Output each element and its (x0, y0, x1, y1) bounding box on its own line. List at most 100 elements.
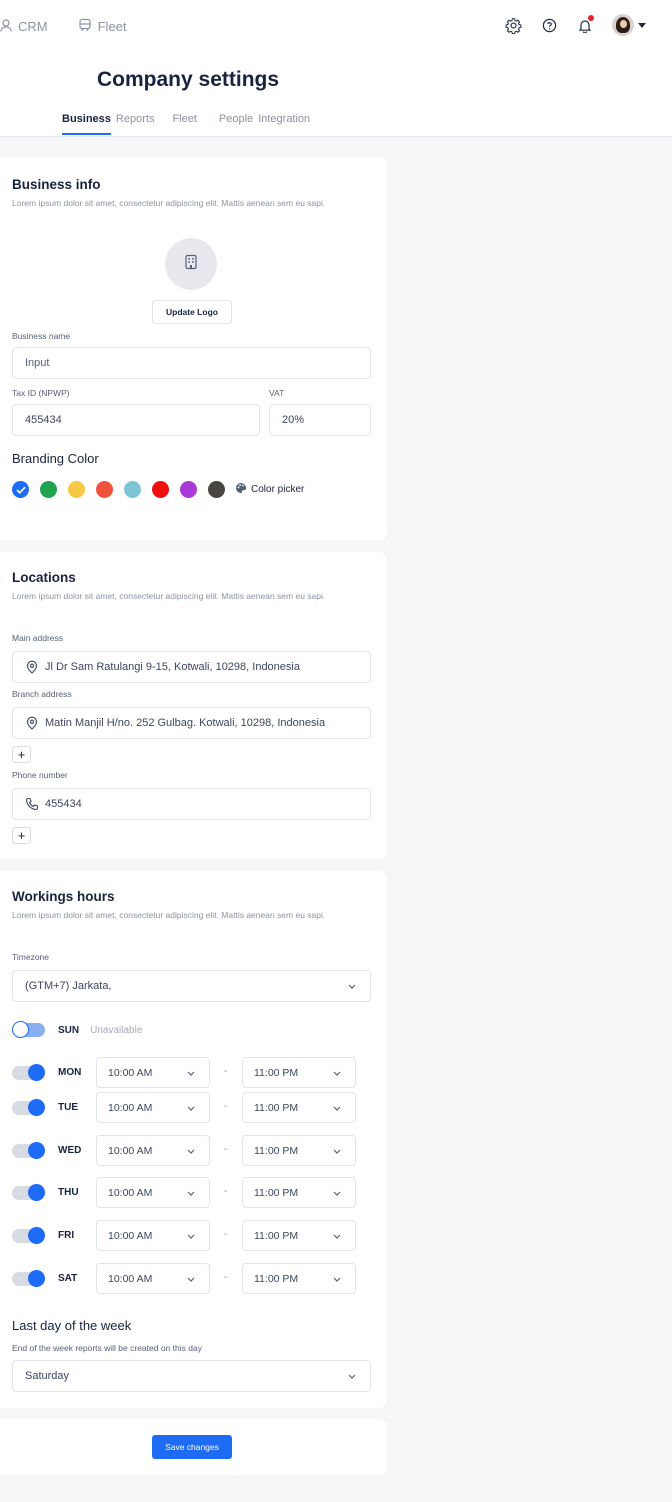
day-label-fri: FRI (58, 1230, 75, 1241)
toggle-fri[interactable] (12, 1227, 45, 1244)
chevron-down-icon (348, 981, 356, 991)
color-swatch-orange[interactable] (96, 481, 113, 498)
business-name-input[interactable]: Input (12, 347, 371, 379)
tab-fleet[interactable]: Fleet (172, 113, 196, 135)
logo-placeholder[interactable] (165, 238, 217, 290)
time-separator: - (224, 1144, 228, 1155)
toggle-sun[interactable] (12, 1021, 45, 1038)
day-label-sat: SAT (58, 1273, 78, 1284)
start-time-select-fri[interactable]: 10:00 AM (96, 1220, 210, 1251)
chevron-down-icon (187, 1068, 195, 1078)
tab-reports[interactable]: Reports (116, 113, 155, 135)
start-time-value: 10:00 AM (108, 1229, 153, 1242)
start-time-value: 10:00 AM (108, 1101, 153, 1114)
tax-id-input[interactable]: 455434 (12, 404, 260, 436)
end-time-select-sat[interactable]: 11:00 PM (242, 1263, 356, 1294)
end-time-value: 11:00 PM (254, 1186, 299, 1199)
vat-label: VAT (269, 388, 285, 398)
end-time-select-mon[interactable]: 11:00 PM (242, 1057, 356, 1088)
user-menu[interactable] (612, 14, 646, 36)
end-time-select-wed[interactable]: 11:00 PM (242, 1135, 356, 1166)
toggle-mon[interactable] (12, 1064, 45, 1081)
start-time-value: 10:00 AM (108, 1066, 153, 1079)
nav-crm-label: CRM (18, 19, 48, 34)
last-day-value: Saturday (25, 1370, 70, 1382)
palette-icon (235, 482, 247, 497)
end-time-select-fri[interactable]: 11:00 PM (242, 1220, 356, 1251)
location-pin-icon (25, 660, 39, 674)
timezone-value: (GTM+7) Jarkata, (25, 980, 112, 992)
day-row-sat: SAT 10:00 AM - 11:00 PM (12, 1263, 372, 1295)
end-time-select-tue[interactable]: 11:00 PM (242, 1092, 356, 1123)
phone-number-input[interactable]: 455434 (12, 788, 371, 820)
bell-icon[interactable] (576, 15, 594, 34)
business-info-title: Business info (12, 177, 101, 192)
vat-input[interactable]: 20% (269, 404, 371, 436)
notification-badge (588, 15, 594, 21)
phone-number-value: 455434 (45, 798, 82, 810)
truck-icon (78, 18, 92, 35)
end-time-value: 11:00 PM (254, 1272, 299, 1285)
time-separator: - (224, 1066, 228, 1077)
start-time-select-tue[interactable]: 10:00 AM (96, 1092, 210, 1123)
toggle-sat[interactable] (12, 1270, 45, 1287)
timezone-label: Timezone (12, 952, 50, 962)
business-info-card: Business info Lorem ipsum dolor sit amet… (0, 157, 387, 540)
color-swatch-yellow[interactable] (68, 481, 85, 498)
day-row-thu: THU 10:00 AM - 11:00 PM (12, 1177, 372, 1209)
color-swatch-dark[interactable] (208, 481, 225, 498)
toggle-wed[interactable] (12, 1142, 45, 1159)
time-separator: - (224, 1272, 228, 1283)
color-swatch-teal[interactable] (124, 481, 141, 498)
save-changes-button[interactable]: Save changes (152, 1435, 232, 1459)
toggle-tue[interactable] (12, 1099, 45, 1116)
add-address-button[interactable]: + (12, 746, 31, 763)
chevron-down-icon (333, 1146, 341, 1156)
timezone-select[interactable]: (GTM+7) Jarkata, (12, 970, 371, 1002)
color-swatch-blue[interactable] (12, 481, 29, 498)
add-phone-button[interactable]: + (12, 827, 31, 844)
unavailable-text: Unavailable (90, 1024, 143, 1036)
chevron-down-icon (333, 1068, 341, 1078)
day-row-tue: TUE 10:00 AM - 11:00 PM (12, 1092, 372, 1124)
tab-business[interactable]: Business (62, 113, 111, 135)
last-day-select[interactable]: Saturday (12, 1360, 371, 1392)
nav-crm[interactable]: CRM (0, 18, 48, 35)
tab-people[interactable]: People (219, 113, 253, 135)
toggle-thu[interactable] (12, 1184, 45, 1201)
nav-fleet[interactable]: Fleet (78, 18, 127, 35)
start-time-select-thu[interactable]: 10:00 AM (96, 1177, 210, 1208)
day-label-wed: WED (58, 1145, 82, 1156)
day-label-tue: TUE (58, 1102, 78, 1113)
end-time-value: 11:00 PM (254, 1101, 299, 1114)
end-time-select-thu[interactable]: 11:00 PM (242, 1177, 356, 1208)
day-label-sun: SUN (58, 1024, 80, 1036)
check-icon (15, 486, 26, 494)
color-swatch-purple[interactable] (180, 481, 197, 498)
working-hours-desc: Lorem ipsum dolor sit amet, consectetur … (12, 910, 326, 920)
start-time-select-sat[interactable]: 10:00 AM (96, 1263, 210, 1294)
last-day-desc: End of the week reports will be created … (12, 1343, 202, 1353)
location-pin-icon (25, 716, 39, 730)
settings-gear-icon[interactable] (504, 16, 522, 34)
update-logo-button[interactable]: Update Logo (152, 300, 232, 324)
branch-address-value: Matin Manjil H/no. 252 Gulbag. Kotwali, … (45, 717, 326, 729)
tab-integration[interactable]: Integration (258, 113, 310, 135)
business-name-label: Business name (12, 331, 71, 341)
working-hours-card: Workings hours Lorem ipsum dolor sit ame… (0, 871, 387, 1408)
start-time-value: 10:00 AM (108, 1144, 153, 1157)
start-time-select-mon[interactable]: 10:00 AM (96, 1057, 210, 1088)
end-time-value: 11:00 PM (254, 1229, 299, 1242)
help-icon[interactable] (540, 16, 558, 34)
color-picker-button[interactable]: Color picker (235, 482, 304, 497)
business-info-desc: Lorem ipsum dolor sit amet, consectetur … (12, 198, 326, 208)
chevron-down-icon (333, 1231, 341, 1241)
working-hours-title: Workings hours (12, 889, 115, 904)
chevron-down-icon (187, 1103, 195, 1113)
start-time-select-wed[interactable]: 10:00 AM (96, 1135, 210, 1166)
color-swatch-red[interactable] (152, 481, 169, 498)
main-address-input[interactable]: Jl Dr Sam Ratulangi 9-15, Kotwali, 10298… (12, 651, 371, 683)
branch-address-input[interactable]: Matin Manjil H/no. 252 Gulbag. Kotwali, … (12, 707, 371, 739)
chevron-down-icon (187, 1188, 195, 1198)
color-swatch-green[interactable] (40, 481, 57, 498)
